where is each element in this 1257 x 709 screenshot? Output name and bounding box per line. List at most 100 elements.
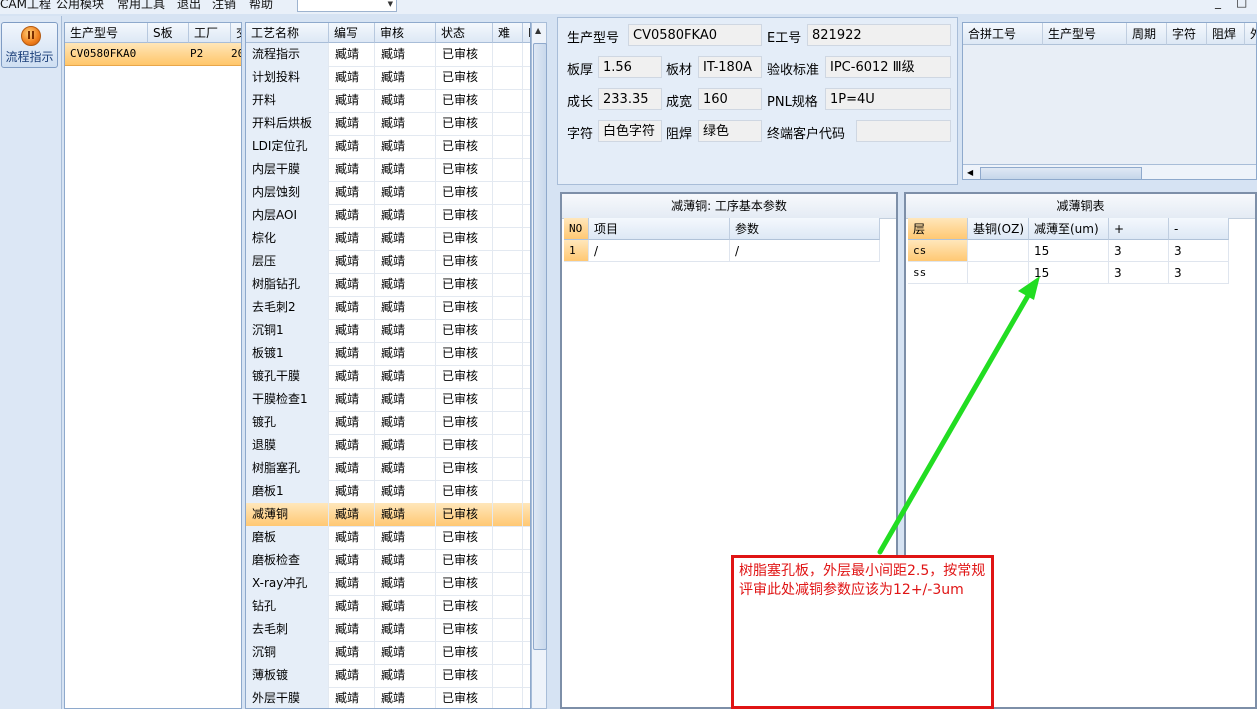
process-row[interactable]: 磨板1 臧靖 臧靖 已审核 xyxy=(246,480,530,504)
column-header-item[interactable]: 项目 xyxy=(589,218,730,240)
column-header-outer[interactable]: 外 xyxy=(1245,23,1256,45)
process-row[interactable]: 内层蚀刻 臧靖 臧靖 已审核 xyxy=(246,181,530,205)
process-row[interactable]: 开料 臧靖 臧靖 已审核 xyxy=(246,89,530,113)
scroll-left-icon[interactable]: ◀ xyxy=(967,168,973,177)
customer-code-field[interactable] xyxy=(856,120,951,142)
column-header-process[interactable]: 工艺名称 xyxy=(246,23,329,43)
extra-cell xyxy=(523,572,530,595)
column-header-difficulty[interactable]: 难 xyxy=(493,23,523,43)
process-row[interactable]: 内层AOI 臧靖 臧靖 已审核 xyxy=(246,204,530,228)
process-row[interactable]: X-ray冲孔 臧靖 臧靖 已审核 xyxy=(246,572,530,596)
row-number-cell[interactable]: 1 xyxy=(564,240,589,262)
ejob-label: E工号 xyxy=(767,31,802,46)
standard-field[interactable]: IPC-6012 Ⅲ级 xyxy=(825,56,951,78)
column-header-status[interactable]: 状态 xyxy=(436,23,493,43)
column-header-minus[interactable]: - xyxy=(1169,218,1229,240)
process-row[interactable]: 沉铜 臧靖 臧靖 已审核 xyxy=(246,641,530,665)
minus-tolerance-cell-cs[interactable]: 3 xyxy=(1169,240,1229,262)
menu-item-help[interactable]: 帮助 xyxy=(249,0,273,12)
thin-to-cell-cs[interactable]: 15 xyxy=(1029,240,1109,262)
scroll-up-icon[interactable]: ▲ xyxy=(535,26,541,35)
scrollbar-thumb[interactable] xyxy=(980,167,1142,179)
process-row[interactable]: 层压 臧靖 臧靖 已审核 xyxy=(246,250,530,274)
process-row[interactable]: 内层干膜 臧靖 臧靖 已审核 xyxy=(246,158,530,182)
layer-cell-cs[interactable]: cs xyxy=(908,240,968,262)
process-row[interactable]: 钻孔 臧靖 臧靖 已审核 xyxy=(246,595,530,619)
solder-mask-field[interactable]: 绿色 xyxy=(698,120,762,142)
column-header-legend[interactable]: 字符 xyxy=(1167,23,1207,45)
maximize-button[interactable]: □ xyxy=(1236,0,1247,9)
ejob-field[interactable]: 821922 xyxy=(807,24,951,46)
process-row[interactable]: 薄板镀 臧靖 臧靖 已审核 xyxy=(246,664,530,688)
column-header-merged-job[interactable]: 合拼工号 xyxy=(963,23,1043,45)
column-header-s-board[interactable]: S板 xyxy=(148,23,189,43)
process-row[interactable]: 树脂塞孔 臧靖 臧靖 已审核 xyxy=(246,457,530,481)
process-row[interactable]: LDI定位孔 臧靖 臧靖 已审核 xyxy=(246,135,530,159)
model-field[interactable]: CV0580FKA0 xyxy=(628,24,762,46)
process-row[interactable]: 镀孔干膜 臧靖 臧靖 已审核 xyxy=(246,365,530,389)
column-header-period[interactable]: 周期 xyxy=(1127,23,1167,45)
column-header-model[interactable]: 生产型号 xyxy=(1043,23,1127,45)
process-row[interactable]: 流程指示 臧靖 臧靖 已审核 xyxy=(246,43,530,67)
column-header-param[interactable]: 参数 xyxy=(730,218,880,240)
process-row[interactable]: 计划投料 臧靖 臧靖 已审核 xyxy=(246,66,530,90)
layer-cell-ss[interactable]: ss xyxy=(908,262,968,284)
toolbar-dropdown[interactable]: ▼ xyxy=(297,0,397,12)
base-copper-cell-ss[interactable] xyxy=(968,262,1029,284)
product-row-selected[interactable]: CV0580FKA0 P2 20 xyxy=(65,43,241,66)
process-list-scrollbar[interactable]: ▲ xyxy=(531,22,547,709)
process-row[interactable]: 去毛刺2 臧靖 臧靖 已审核 xyxy=(246,296,530,320)
process-row[interactable]: 磨板 臧靖 臧靖 已审核 xyxy=(246,526,530,550)
material-field[interactable]: IT-180A xyxy=(698,56,762,78)
column-header-plus[interactable]: + xyxy=(1109,218,1169,240)
base-copper-cell-cs[interactable] xyxy=(968,240,1029,262)
column-header-base-copper[interactable]: 基铜(OZ) xyxy=(968,218,1029,240)
column-header-delivery[interactable]: 交 xyxy=(231,23,241,43)
column-header-extra[interactable]: I xyxy=(523,23,530,43)
status-cell: 已审核 xyxy=(436,503,493,526)
param-item-cell[interactable]: / xyxy=(589,240,730,262)
process-row-selected[interactable]: 减薄铜 臧靖 臧靖 已审核 xyxy=(246,503,530,527)
column-header-thin-to[interactable]: 减薄至(um) xyxy=(1029,218,1109,240)
thin-to-cell-ss[interactable]: 15 xyxy=(1029,262,1109,284)
column-header-reviewer[interactable]: 审核 xyxy=(375,23,436,43)
process-row[interactable]: 棕化 臧靖 臧靖 已审核 xyxy=(246,227,530,251)
process-row[interactable]: 外层干膜 臧靖 臧靖 已审核 xyxy=(246,687,530,708)
plus-tolerance-cell-ss[interactable]: 3 xyxy=(1109,262,1169,284)
column-header-no[interactable]: NO xyxy=(564,218,589,240)
menu-item-exit[interactable]: 退出 xyxy=(177,0,201,12)
param-value-cell[interactable]: / xyxy=(730,240,880,262)
scrollbar-thumb[interactable] xyxy=(533,43,547,650)
process-row[interactable]: 镀孔 臧靖 臧靖 已审核 xyxy=(246,411,530,435)
process-row[interactable]: 树脂钻孔 臧靖 臧靖 已审核 xyxy=(246,273,530,297)
process-row[interactable]: 磨板检查 臧靖 臧靖 已审核 xyxy=(246,549,530,573)
writer-cell: 臧靖 xyxy=(329,158,375,181)
length-field[interactable]: 233.35 xyxy=(598,88,662,110)
process-row[interactable]: 干膜检查1 臧靖 臧靖 已审核 xyxy=(246,388,530,412)
process-row[interactable]: 退膜 臧靖 臧靖 已审核 xyxy=(246,434,530,458)
legend-field[interactable]: 白色字符 xyxy=(598,120,662,142)
column-header-model[interactable]: 生产型号 xyxy=(65,23,148,43)
flow-indicator-button[interactable]: 流程指示 xyxy=(1,22,58,68)
menu-item-logout[interactable]: 注销 xyxy=(212,0,236,12)
minus-tolerance-cell-ss[interactable]: 3 xyxy=(1169,262,1229,284)
menu-item-cam[interactable]: CAM工程 xyxy=(0,0,51,12)
pnl-field[interactable]: 1P=4U xyxy=(825,88,951,110)
process-row[interactable]: 开料后烘板 臧靖 臧靖 已审核 xyxy=(246,112,530,136)
plus-tolerance-cell-cs[interactable]: 3 xyxy=(1109,240,1169,262)
column-header-writer[interactable]: 编写 xyxy=(329,23,375,43)
process-row[interactable]: 沉铜1 臧靖 臧靖 已审核 xyxy=(246,319,530,343)
thickness-field[interactable]: 1.56 xyxy=(598,56,662,78)
column-header-layer[interactable]: 层 xyxy=(908,218,968,240)
reviewer-cell: 臧靖 xyxy=(375,641,436,664)
column-header-factory[interactable]: 工厂 xyxy=(189,23,231,43)
column-header-solder-mask[interactable]: 阻焊 xyxy=(1207,23,1245,45)
menu-item-common-modules[interactable]: 公用模块 xyxy=(56,0,104,12)
process-row[interactable]: 板镀1 臧靖 臧靖 已审核 xyxy=(246,342,530,366)
process-row[interactable]: 去毛刺 臧靖 臧靖 已审核 xyxy=(246,618,530,642)
menu-item-common-tools[interactable]: 常用工具 xyxy=(117,0,165,12)
reviewer-cell: 臧靖 xyxy=(375,618,436,641)
merged-table-scrollbar[interactable]: ◀ xyxy=(963,164,1256,179)
minimize-button[interactable]: _ xyxy=(1215,0,1221,9)
width-field[interactable]: 160 xyxy=(698,88,762,110)
